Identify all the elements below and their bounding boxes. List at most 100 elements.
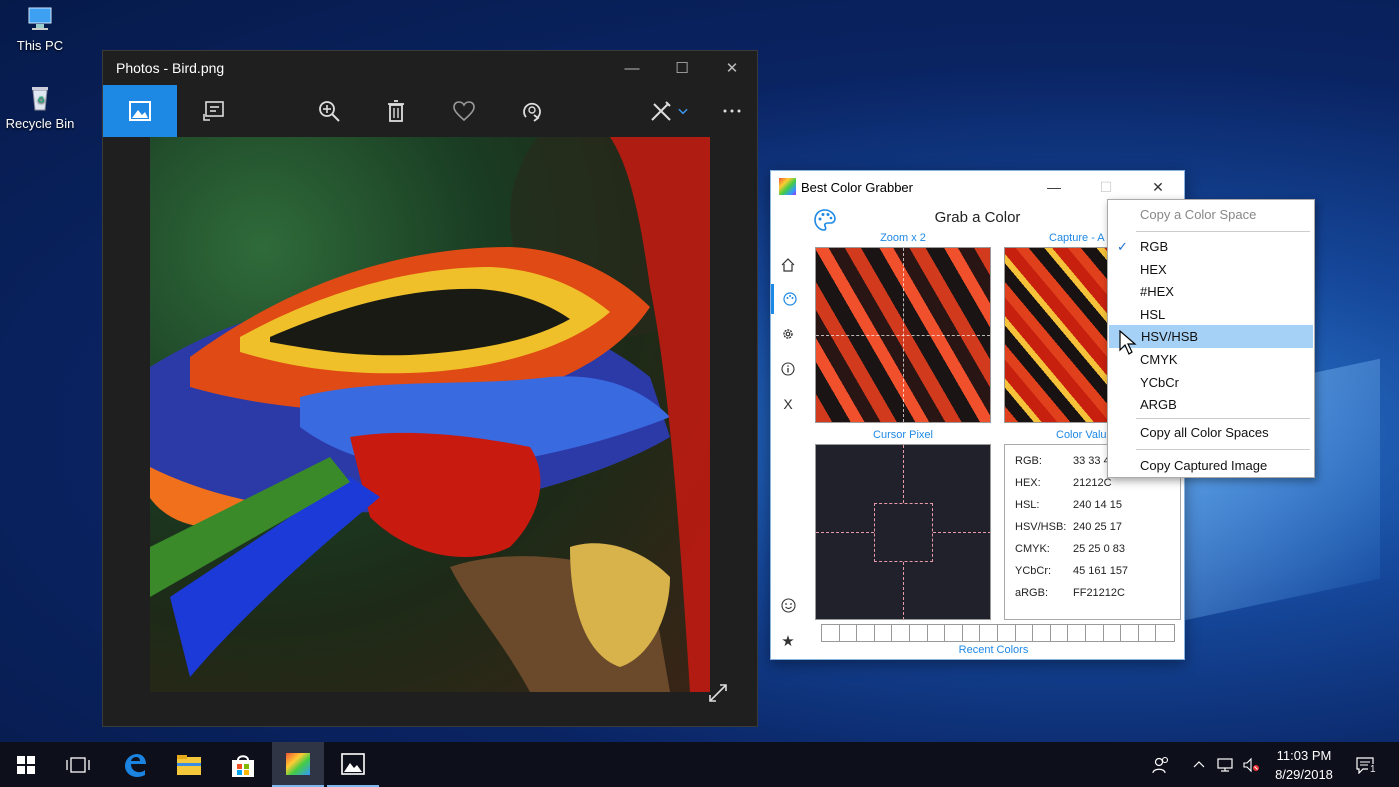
checkmark-icon: ✓ (1117, 238, 1128, 254)
minimize-button[interactable]: — (1028, 171, 1080, 203)
volume-muted-icon (1243, 757, 1259, 772)
exit-button[interactable]: X (771, 389, 805, 419)
recent-color-slot[interactable] (945, 625, 963, 641)
smiley-icon[interactable] (771, 590, 805, 620)
recent-color-slot[interactable] (1121, 625, 1139, 641)
network-icon (1217, 757, 1233, 772)
bird-photo[interactable] (150, 137, 710, 692)
recent-color-slot[interactable] (1103, 625, 1122, 641)
zoom-preview (815, 247, 991, 423)
clock-date: 8/29/2018 (1275, 767, 1333, 782)
grabber-sidebar: X ★ (771, 203, 836, 659)
show-hidden-icons-button[interactable] (1188, 742, 1210, 787)
taskbar-photos[interactable] (327, 742, 379, 787)
recent-color-slot[interactable] (892, 625, 910, 641)
favorite-button[interactable] (439, 85, 489, 137)
value-row-rgb: RGB: 33 33 4 (1015, 455, 1110, 467)
menu-item-cmyk[interactable]: CMYK (1108, 348, 1314, 371)
taskbar-clock[interactable]: 11:03 PM 8/29/2018 (1262, 746, 1346, 784)
start-button[interactable] (0, 742, 52, 787)
recent-color-slot[interactable] (1015, 625, 1034, 641)
rotate-button[interactable] (507, 85, 557, 137)
zoom-caption: Zoom x 2 (880, 232, 926, 244)
recent-color-slot[interactable] (980, 625, 998, 641)
menu-item-hex[interactable]: HEX (1108, 258, 1314, 281)
recent-color-slot[interactable] (1156, 625, 1174, 641)
taskbar-store[interactable] (217, 742, 269, 787)
desktop-icon-label: Recycle Bin (5, 116, 75, 131)
maximize-button[interactable]: ☐ (657, 51, 707, 85)
taskbar-file-explorer[interactable] (163, 742, 215, 787)
menu-header-copy-color-space: Copy a Color Space (1140, 207, 1257, 222)
zoom-in-icon (319, 101, 340, 122)
slideshow-icon (203, 101, 224, 121)
palette-nav-icon[interactable] (771, 284, 805, 314)
close-button[interactable]: ✕ (707, 51, 757, 85)
photos-titlebar[interactable]: Photos - Bird.png — ☐ ✕ (103, 51, 757, 85)
value-row-hsv: HSV/HSB: 240 25 17 (1015, 521, 1122, 533)
more-button[interactable] (707, 85, 757, 137)
recent-color-slot[interactable] (962, 625, 981, 641)
info-icon[interactable] (771, 354, 805, 384)
edit-dropdown-button[interactable] (673, 85, 693, 137)
home-icon[interactable] (771, 250, 805, 280)
zoom-button[interactable] (304, 85, 354, 137)
recent-color-slot[interactable] (1050, 625, 1069, 641)
people-icon (1152, 756, 1169, 773)
minimize-button[interactable]: — (607, 51, 657, 85)
taskbar-edge[interactable] (109, 742, 161, 787)
task-view-icon (66, 756, 90, 773)
menu-item-hash-hex[interactable]: #HEX (1108, 280, 1314, 303)
menu-item-argb[interactable]: ARGB (1108, 393, 1314, 416)
menu-item-rgb[interactable]: ✓ RGB (1108, 235, 1314, 258)
store-bag-icon (232, 754, 254, 777)
clock-time: 11:03 PM (1276, 748, 1332, 763)
menu-item-ycbcr[interactable]: YCbCr (1108, 371, 1314, 394)
value-row-cmyk: CMYK: 25 25 0 83 (1015, 543, 1125, 555)
computer-icon (24, 6, 56, 34)
desktop-icon-recycle-bin[interactable]: ♻ Recycle Bin (0, 84, 80, 131)
photo-view-button[interactable] (103, 85, 177, 137)
value-row-ycbcr: YCbCr: 45 161 157 (1015, 565, 1129, 577)
taskbar-color-grabber[interactable] (272, 742, 324, 787)
volume-button[interactable] (1238, 742, 1264, 787)
rotate-icon (523, 102, 541, 122)
task-view-button[interactable] (52, 742, 104, 787)
value-row-argb: aRGB: FF21212C (1015, 587, 1125, 599)
slideshow-button[interactable] (189, 85, 239, 137)
recent-color-slot[interactable] (822, 625, 840, 641)
taskbar: 11:03 PM 8/29/2018 1 (0, 742, 1399, 787)
gear-icon[interactable] (771, 319, 805, 349)
recent-caption: Recent Colors (958, 644, 1029, 656)
recent-color-slot[interactable] (927, 625, 946, 641)
action-center-button[interactable]: 1 (1348, 742, 1382, 787)
expand-icon[interactable] (706, 681, 730, 705)
star-icon[interactable]: ★ (771, 626, 805, 656)
photos-app-icon (341, 752, 365, 775)
menu-item-hsv-hsb[interactable]: HSV/HSB (1109, 325, 1313, 348)
menu-item-copy-image[interactable]: Copy Captured Image (1108, 454, 1314, 477)
color-space-context-menu: Copy a Color Space ✓ RGB HEX #HEX HSL HSV… (1107, 199, 1315, 478)
recent-colors-strip[interactable] (821, 624, 1175, 642)
menu-item-copy-all[interactable]: Copy all Color Spaces (1108, 421, 1314, 444)
cursor-pixel-preview (815, 444, 991, 620)
recent-color-slot[interactable] (1085, 625, 1104, 641)
windows-logo-icon (17, 755, 35, 774)
network-button[interactable] (1212, 742, 1238, 787)
recent-color-slot[interactable] (839, 625, 858, 641)
recent-color-slot[interactable] (1068, 625, 1086, 641)
favorite-heart-icon (453, 101, 475, 122)
desktop-icon-this-pc[interactable]: This PC (0, 6, 80, 53)
recent-color-slot[interactable] (1138, 625, 1157, 641)
recent-color-slot[interactable] (909, 625, 928, 641)
recent-color-slot[interactable] (997, 625, 1016, 641)
value-row-hsl: HSL: 240 14 15 (1015, 499, 1122, 511)
cursor-pixel-box (874, 503, 933, 562)
people-button[interactable] (1146, 742, 1176, 787)
window-title: Photos - Bird.png (116, 60, 225, 76)
recent-color-slot[interactable] (857, 625, 875, 641)
recent-color-slot[interactable] (874, 625, 893, 641)
recent-color-slot[interactable] (1033, 625, 1051, 641)
menu-item-hsl[interactable]: HSL (1108, 303, 1314, 326)
delete-button[interactable] (371, 85, 421, 137)
